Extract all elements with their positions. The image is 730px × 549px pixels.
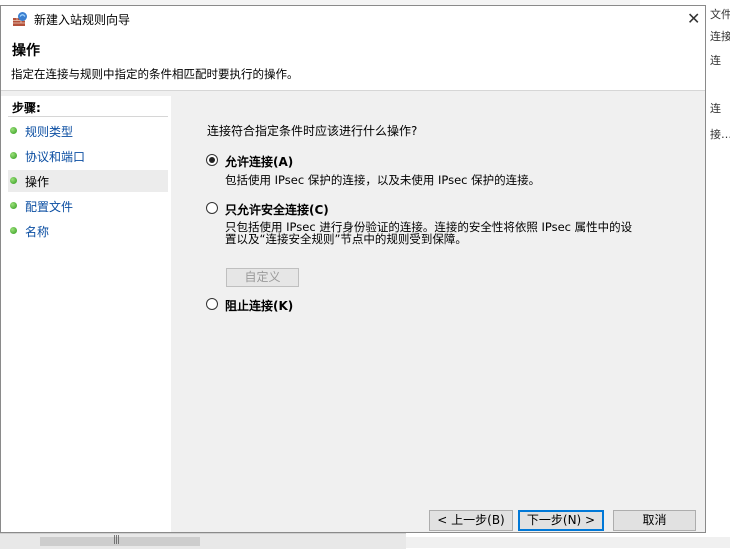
background-text: 连 <box>710 54 721 67</box>
back-button[interactable]: < 上一步(B) <box>429 510 513 531</box>
background-text: 连 <box>710 102 721 115</box>
scrollbar-grip-icon: ||| <box>113 535 120 545</box>
cancel-button[interactable]: 取消 <box>613 510 696 531</box>
step-label: 协议和端口 <box>25 150 86 164</box>
step-label: 规则类型 <box>25 125 74 139</box>
step-status-icon <box>10 127 17 134</box>
customize-button[interactable]: 自定义 <box>226 268 299 287</box>
step-action[interactable]: 操作 <box>8 170 168 192</box>
radio-selected-dot <box>209 157 215 163</box>
scrollbar-thumb[interactable] <box>40 537 200 546</box>
allow-connection-description: 包括使用 IPsec 保护的连接，以及未使用 IPsec 保护的连接。 <box>225 173 541 187</box>
background-text: 文件 <box>710 8 730 21</box>
step-name[interactable]: 名称 <box>8 220 168 242</box>
step-status-icon <box>10 227 17 234</box>
allow-secure-connection-description-line2: 置以及“连接安全规则”节点中的规则受到保障。 <box>225 232 467 246</box>
step-profile[interactable]: 配置文件 <box>8 195 168 217</box>
background-horizontal-scrollbar[interactable]: ||| <box>0 533 406 549</box>
step-label: 配置文件 <box>25 200 74 214</box>
step-status-icon <box>10 177 17 184</box>
steps-label: 步骤: <box>12 101 41 115</box>
background-text: 连接 <box>710 30 730 43</box>
allow-secure-connection-radio[interactable] <box>206 202 218 214</box>
steps-sidebar: 步骤: 规则类型 协议和端口 操作 配置文件 名称 <box>1 96 171 532</box>
allow-connection-label[interactable]: 允许连接(A) <box>225 153 293 170</box>
step-label: 名称 <box>25 225 50 239</box>
step-status-icon <box>10 152 17 159</box>
block-connection-label[interactable]: 阻止连接(K) <box>225 297 293 314</box>
step-status-icon <box>10 202 17 209</box>
page-title: 操作 <box>12 43 40 59</box>
action-question: 连接符合指定条件时应该进行什么操作? <box>207 124 418 138</box>
step-protocol-port[interactable]: 协议和端口 <box>8 145 168 167</box>
allow-connection-radio[interactable] <box>206 154 218 166</box>
firewall-wizard-icon <box>13 12 27 26</box>
step-rule-type[interactable]: 规则类型 <box>8 120 168 142</box>
allow-secure-connection-label[interactable]: 只允许安全连接(C) <box>225 201 329 218</box>
close-icon[interactable]: ✕ <box>687 9 700 28</box>
step-label: 操作 <box>25 175 50 189</box>
wizard-header: 操作 指定在连接与规则中指定的条件相匹配时要执行的操作。 <box>1 32 705 91</box>
window-title: 新建入站规则向导 <box>34 13 131 27</box>
new-inbound-rule-wizard: 新建入站规则向导 ✕ 操作 指定在连接与规则中指定的条件相匹配时要执行的操作。 … <box>0 5 706 533</box>
divider <box>8 116 168 117</box>
background-window-right: 文件 连接 连 连 接… <box>706 0 730 548</box>
title-bar[interactable]: 新建入站规则向导 ✕ <box>1 6 705 32</box>
background-status-strip <box>406 537 730 548</box>
page-subtitle: 指定在连接与规则中指定的条件相匹配时要执行的操作。 <box>11 67 299 81</box>
background-text: 接… <box>710 128 730 141</box>
block-connection-radio[interactable] <box>206 298 218 310</box>
next-button[interactable]: 下一步(N) > <box>518 510 604 531</box>
